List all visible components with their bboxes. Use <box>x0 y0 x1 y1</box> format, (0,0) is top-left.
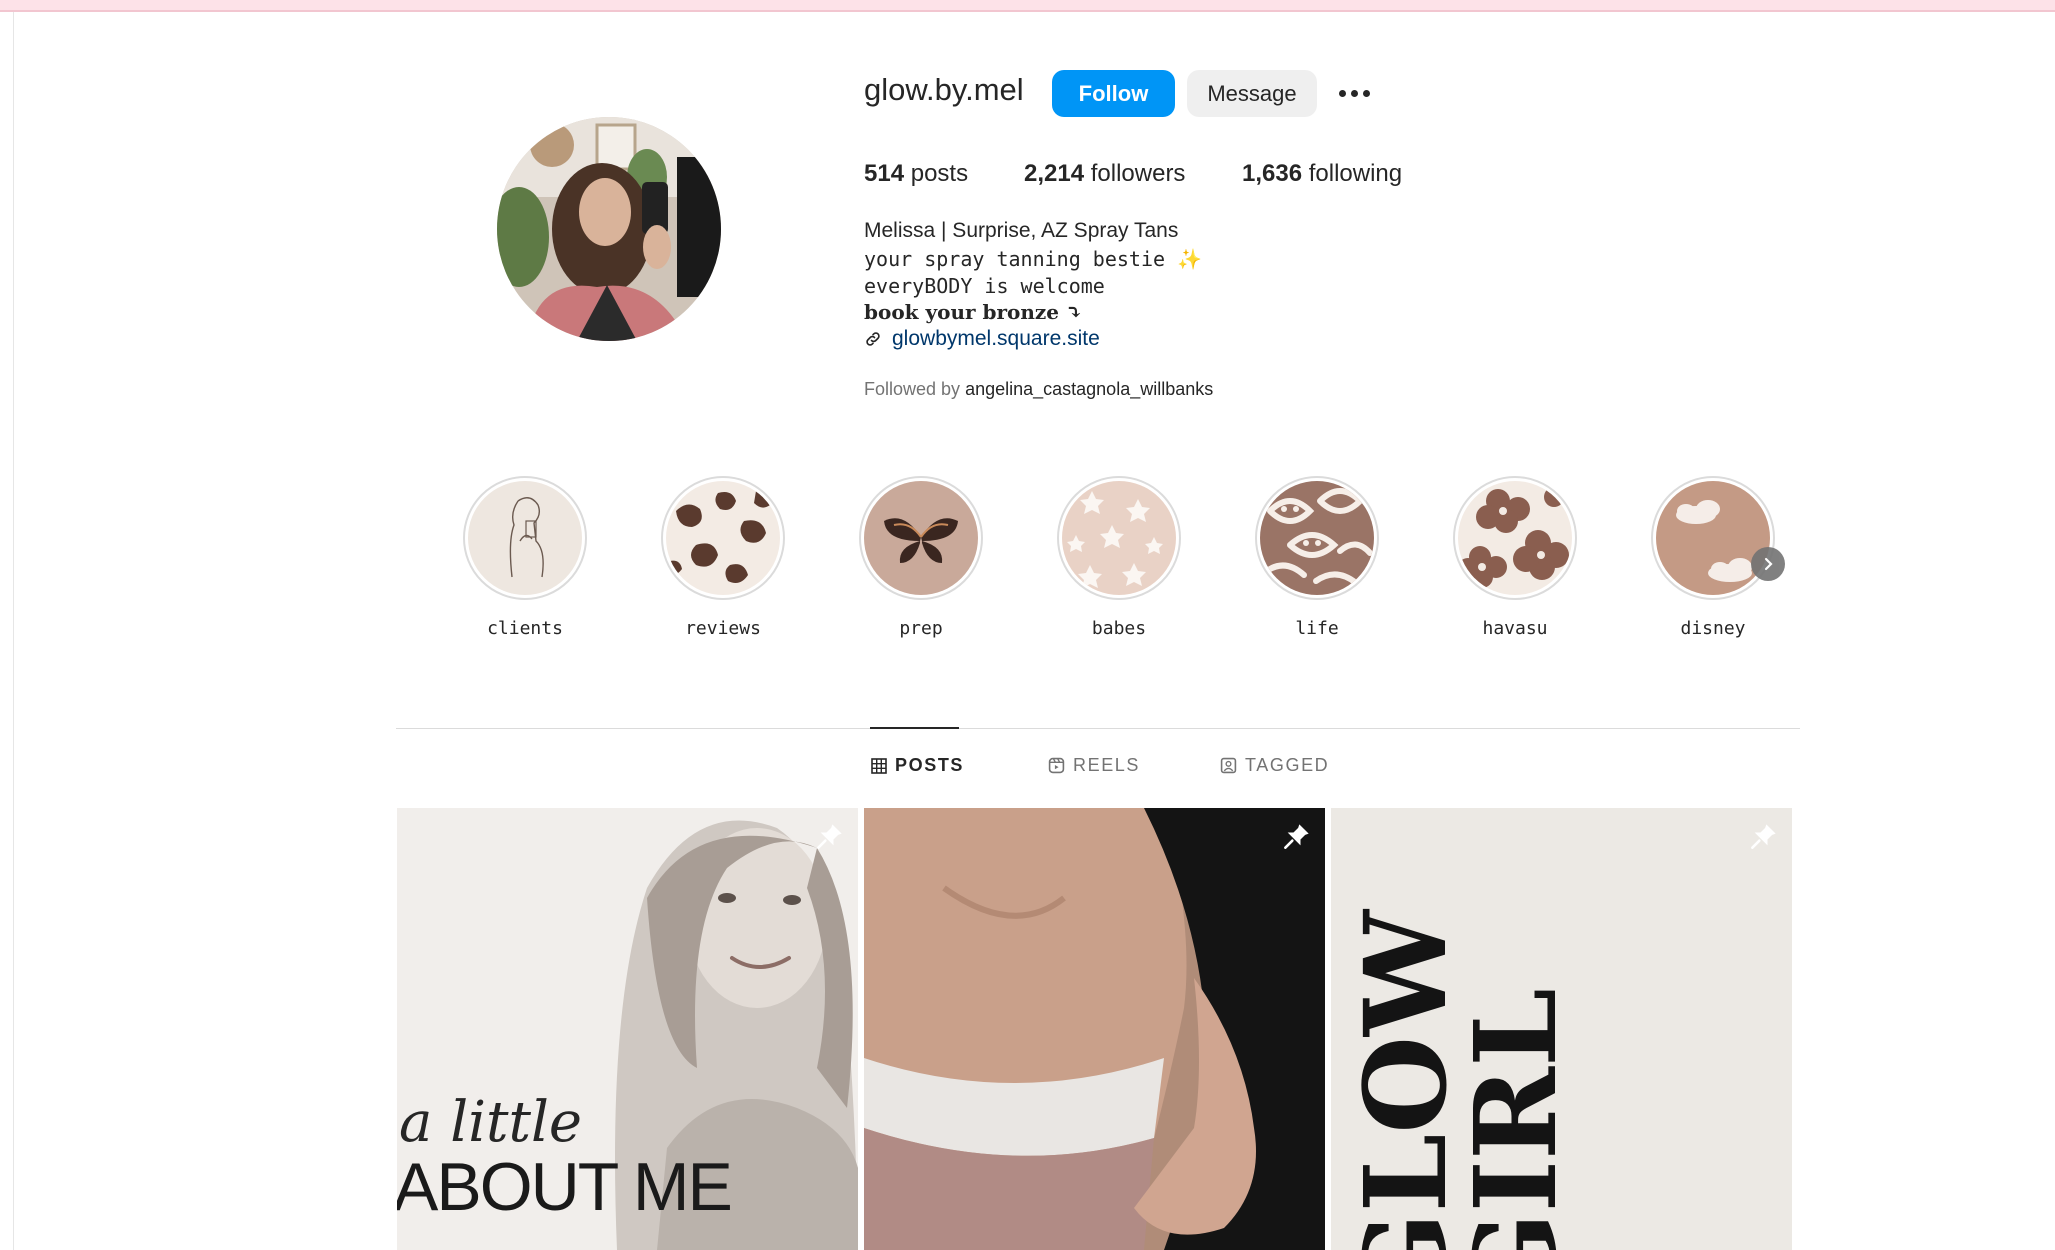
pin-icon <box>1284 824 1309 849</box>
posts-stat-label: posts <box>910 160 969 187</box>
highlight-cover <box>666 481 780 595</box>
highlight-label: prep <box>899 618 943 639</box>
highlight-label: life <box>1295 618 1339 639</box>
tab-posts-label: POSTS <box>895 755 965 775</box>
bio-line-1: your spray tanning bestie ✨ <box>864 247 1202 271</box>
highlight-ring <box>1255 476 1379 600</box>
active-tab-indicator <box>870 727 959 729</box>
link-icon <box>866 332 880 346</box>
highlight-cover <box>1062 481 1176 595</box>
highlight-cover <box>1458 481 1572 595</box>
highlight-ring <box>661 476 785 600</box>
highlight-cover <box>1656 481 1770 595</box>
highlight-havasu[interactable]: havasu <box>1453 476 1583 639</box>
highlight-label: babes <box>1091 618 1147 639</box>
pin-icon <box>817 824 842 849</box>
following-count: 1,636 <box>1242 160 1303 187</box>
posts-stat: 514 posts <box>864 160 968 188</box>
followers-count: 2,214 <box>1024 160 1085 187</box>
highlight-ring <box>1057 476 1181 600</box>
post-vertical-text-1: GLOW <box>1341 910 1472 1250</box>
butterfly-cover <box>864 481 978 595</box>
post-tile[interactable]: GLOW GIRL <box>1331 808 1792 1250</box>
highlight-ring <box>463 476 587 600</box>
post-vertical-text-2: GIRL <box>1451 988 1582 1250</box>
avatar-photo <box>497 117 721 341</box>
highlight-life[interactable]: life <box>1255 476 1385 639</box>
highlight-reviews[interactable]: reviews <box>661 476 791 639</box>
follow-button[interactable]: Follow <box>1052 70 1175 117</box>
highlight-cover <box>468 481 582 595</box>
post-tile[interactable] <box>864 808 1325 1250</box>
profile-avatar[interactable] <box>497 117 721 341</box>
bio-website-link[interactable]: glowbymel.square.site <box>864 327 1100 351</box>
tagged-icon <box>1220 757 1237 774</box>
highlight-label: reviews <box>685 618 761 639</box>
highlight-babes[interactable]: babes <box>1057 476 1187 639</box>
post-image <box>864 808 1325 1250</box>
highlight-ring <box>1651 476 1775 600</box>
post-title-text: ABOUT ME <box>397 1149 733 1225</box>
chevron-right-icon[interactable] <box>1751 547 1785 581</box>
followed-by-name: angelina_castagnola_willbanks <box>965 379 1214 399</box>
following-stat[interactable]: 1,636 following <box>1242 160 1402 188</box>
highlight-label: clients <box>487 618 563 639</box>
tab-tagged-label: TAGGED <box>1245 755 1330 775</box>
more-dots-icon[interactable] <box>1334 76 1374 110</box>
highlight-cover <box>864 481 978 595</box>
stars-cover <box>1062 481 1176 595</box>
highlight-ring <box>859 476 983 600</box>
tab-reels[interactable]: REELS <box>1048 755 1140 776</box>
post-vertical-text-wrap: GLOW GIRL <box>1331 808 1582 1250</box>
following-stat-label: following <box>1308 160 1403 187</box>
bio-full-name: Melissa | Surprise, AZ Spray Tans <box>864 219 1179 242</box>
reels-icon <box>1048 757 1065 774</box>
highlight-clients[interactable]: clients <box>463 476 593 639</box>
highlight-cover <box>1260 481 1374 595</box>
message-button[interactable]: Message <box>1187 70 1317 117</box>
clouds-cover <box>1656 481 1770 595</box>
bio-line-3: book your bronze ⤵ <box>864 300 1083 324</box>
highlight-label: disney <box>1680 618 1746 639</box>
followed-by-prefix: Followed by <box>864 379 961 399</box>
pin-icon <box>1751 824 1776 849</box>
followers-stat-label: followers <box>1090 160 1186 187</box>
browser-top-strip <box>0 0 2055 12</box>
post-script-text: a little <box>399 1090 583 1155</box>
grid-icon <box>871 757 887 774</box>
highlight-prep[interactable]: prep <box>859 476 989 639</box>
tabs-divider <box>396 728 1800 729</box>
bio-link-text: glowbymel.square.site <box>892 327 1100 350</box>
highlight-ring <box>1453 476 1577 600</box>
smiley-pattern-cover <box>1260 481 1374 595</box>
posts-count: 514 <box>864 160 905 187</box>
cow-print-cover <box>666 481 780 595</box>
tab-reels-label: REELS <box>1073 755 1141 775</box>
profile-username: glow.by.mel <box>864 72 1024 107</box>
highlight-label: havasu <box>1482 618 1548 639</box>
followers-stat[interactable]: 2,214 followers <box>1024 160 1185 188</box>
tab-tagged[interactable]: TAGGED <box>1220 755 1329 776</box>
followed-by[interactable]: Followed by angelina_castagnola_willbank… <box>864 379 1213 400</box>
tab-posts[interactable]: POSTS <box>871 755 964 776</box>
line-art-cover <box>468 481 582 595</box>
post-tile[interactable]: a little ABOUT ME <box>397 808 858 1250</box>
flower-pattern-cover <box>1458 481 1572 595</box>
bio-line-2: everyBODY is welcome <box>864 274 1105 298</box>
sidebar-divider <box>13 12 14 1250</box>
